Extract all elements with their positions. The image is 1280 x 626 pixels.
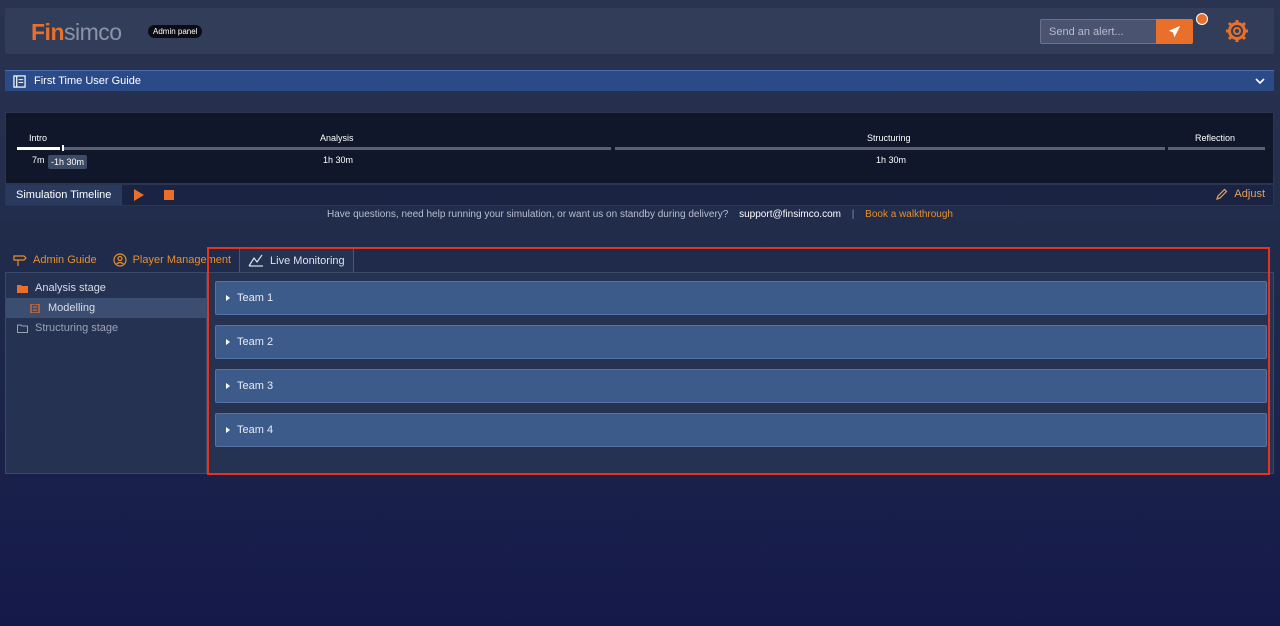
- phase-track-structuring[interactable]: [615, 147, 1165, 150]
- phase-label-reflection: Reflection: [1195, 133, 1236, 143]
- caret-right-icon: [226, 383, 230, 389]
- send-icon: [1168, 25, 1181, 38]
- phase-label-analysis: Analysis: [320, 133, 354, 143]
- caret-right-icon: [226, 339, 230, 345]
- team-label: Team 1: [237, 292, 274, 304]
- logo-rest: simco: [64, 19, 122, 45]
- tree-item-label: Structuring stage: [35, 322, 119, 334]
- help-separator: |: [851, 209, 855, 220]
- adjust-label: Adjust: [1234, 188, 1265, 200]
- chart-pen-icon: [248, 254, 264, 267]
- team-label: Team 2: [237, 336, 274, 348]
- tab-player-management-label: Player Management: [132, 254, 232, 266]
- notification-icon[interactable]: [1196, 13, 1208, 25]
- top-header: Finsimco Admin panel: [5, 8, 1274, 54]
- tree-item-analysis-stage[interactable]: Analysis stage: [6, 278, 206, 298]
- logo-accent: Fin: [31, 19, 65, 45]
- team-row-3[interactable]: Team 3: [215, 369, 1267, 403]
- team-row-2[interactable]: Team 2: [215, 325, 1267, 359]
- live-monitoring-panel: Team 1 Team 2 Team 3 Team 4: [207, 272, 1274, 474]
- first-time-user-guide-bar[interactable]: First Time User Guide: [5, 70, 1274, 91]
- simulation-timeline: Intro Analysis Structuring Reflection 7m…: [5, 112, 1274, 184]
- phase-label-structuring: Structuring: [867, 133, 911, 143]
- tab-live-monitoring[interactable]: Live Monitoring: [239, 248, 354, 272]
- guide-book-icon: [13, 74, 26, 88]
- support-email-link[interactable]: support@finsimco.com: [739, 209, 841, 220]
- user-circle-icon: [112, 253, 127, 267]
- phase-track-analysis[interactable]: [63, 147, 611, 150]
- phase-time-analysis: 1h 30m: [323, 155, 354, 165]
- folder-icon: [17, 284, 28, 293]
- play-icon[interactable]: [133, 189, 144, 201]
- tree-item-label: Modelling: [48, 302, 96, 314]
- book-walkthrough-link[interactable]: Book a walkthrough: [865, 209, 953, 220]
- simulation-controls-bar: Simulation Timeline Adjust: [5, 184, 1274, 206]
- tab-player-management[interactable]: Player Management: [105, 248, 239, 272]
- cursor-time-label: -1h 30m: [48, 155, 88, 169]
- tab-admin-guide-label: Admin Guide: [33, 254, 97, 266]
- caret-right-icon: [226, 295, 230, 301]
- phase-time-intro: 7m: [32, 155, 45, 165]
- phase-time-structuring: 1h 30m: [876, 155, 907, 165]
- team-row-4[interactable]: Team 4: [215, 413, 1267, 447]
- phase-label-intro: Intro: [29, 133, 48, 143]
- gear-icon[interactable]: [1225, 19, 1249, 43]
- team-row-1[interactable]: Team 1: [215, 281, 1267, 315]
- send-alert-button[interactable]: [1156, 19, 1193, 44]
- tree-item-structuring-stage[interactable]: Structuring stage: [6, 318, 206, 338]
- phase-track-reflection[interactable]: [1168, 147, 1265, 150]
- alert-input[interactable]: [1040, 19, 1157, 44]
- finsimco-logo[interactable]: Finsimco: [31, 19, 122, 46]
- stage-tree: Analysis stage Modelling Structuring sta…: [5, 272, 207, 474]
- simulation-timeline-title: Simulation Timeline: [6, 185, 122, 205]
- help-question: Have questions, need help running your s…: [326, 209, 729, 220]
- admin-tabs: Admin Guide Player Management Live Monit…: [5, 248, 354, 272]
- tree-item-modelling[interactable]: Modelling: [6, 298, 206, 318]
- caret-right-icon: [226, 427, 230, 433]
- stop-icon[interactable]: [164, 190, 174, 200]
- team-label: Team 4: [237, 424, 274, 436]
- tab-admin-guide[interactable]: Admin Guide: [5, 248, 105, 272]
- timeline-cursor[interactable]: [62, 145, 64, 151]
- pencil-icon: [1216, 188, 1228, 200]
- help-line: Have questions, need help running your s…: [0, 209, 1280, 220]
- tab-live-monitoring-label: Live Monitoring: [270, 254, 345, 267]
- team-label: Team 3: [237, 380, 274, 392]
- folder-outline-icon: [17, 324, 28, 333]
- document-icon: [30, 303, 40, 313]
- guide-title: First Time User Guide: [34, 75, 141, 87]
- signpost-icon: [13, 255, 27, 266]
- phase-track-intro[interactable]: [17, 147, 60, 150]
- tree-item-label: Analysis stage: [35, 282, 106, 294]
- adjust-button[interactable]: Adjust: [1216, 188, 1265, 200]
- admin-panel-badge: Admin panel: [148, 25, 203, 38]
- chevron-down-icon[interactable]: [1254, 75, 1266, 87]
